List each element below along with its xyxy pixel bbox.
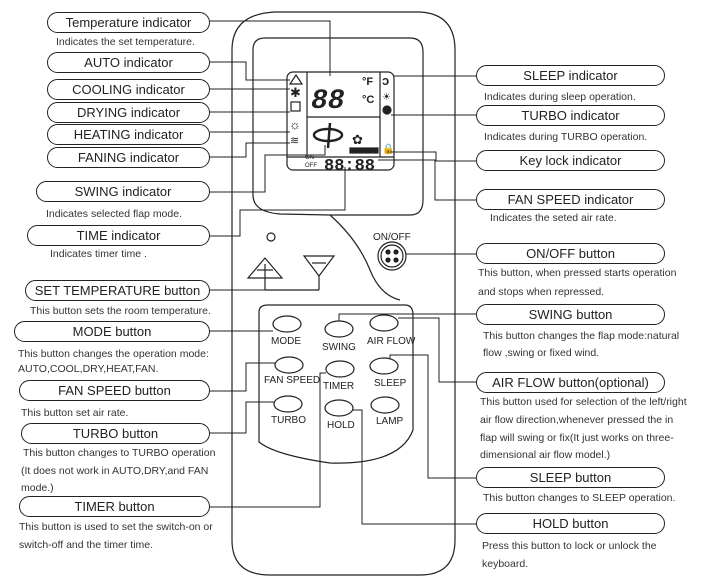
timer-label: TIMER xyxy=(323,381,355,392)
timer-on-label: ON xyxy=(305,155,314,161)
callout-hold-button: HOLD button xyxy=(476,513,665,534)
desc-onoff-button-1: This button, when pressed starts operati… xyxy=(478,267,677,279)
callout-auto-indicator: AUTO indicator xyxy=(47,52,210,73)
mode-button xyxy=(272,315,302,333)
desc-fan-speed-button: This button set air rate. xyxy=(21,407,129,419)
desc-airflow-button-1: This button used for selection of the le… xyxy=(480,396,687,408)
auto-icon xyxy=(288,73,304,85)
callout-timer-button: TIMER button xyxy=(19,496,210,517)
callout-fan-speed-button: FAN SPEED button xyxy=(19,380,210,401)
callout-swing-button: SWING button xyxy=(476,304,665,325)
unit-c-label: °C xyxy=(362,94,375,106)
callout-swing-indicator: SWING indicator xyxy=(36,181,210,202)
turbo-button xyxy=(273,395,303,413)
callout-cooling-indicator: COOLING indicator xyxy=(47,79,210,100)
unit-f-label: °F xyxy=(362,76,374,88)
swing-button xyxy=(324,320,354,338)
desc-hold-button-1: Press this button to lock or unlock the xyxy=(482,540,657,552)
mode-label: MODE xyxy=(271,336,301,347)
thermometer-icon xyxy=(266,232,276,242)
desc-swing-indicator: Indicates selected flap mode. xyxy=(46,208,182,220)
callout-fan-speed-indicator: FAN SPEED indicator xyxy=(476,189,665,210)
desc-temperature-indicator: Indicates the set temperature. xyxy=(56,36,195,48)
onoff-label: ON/OFF xyxy=(373,232,411,243)
turbo-icon xyxy=(382,105,392,115)
timer-off-label: OFF xyxy=(305,163,317,169)
callout-onoff-button: ON/OFF button xyxy=(476,243,665,264)
callout-turbo-button: TURBO button xyxy=(21,423,210,444)
heating-icon: ☼ xyxy=(289,117,301,132)
onoff-button xyxy=(377,241,407,271)
callout-heating-indicator: HEATING indicator xyxy=(47,124,210,145)
cooling-icon: ✱ xyxy=(290,85,301,100)
desc-airflow-button-4: dimensional air flow model.) xyxy=(480,449,611,461)
callout-set-temperature-button: SET TEMPERATURE button xyxy=(25,280,210,301)
desc-set-temperature-button: This button sets the room temperature. xyxy=(30,305,211,317)
desc-timer-button-2: switch-off and the timer time. xyxy=(19,539,154,551)
turbo-label: TURBO xyxy=(271,415,306,426)
sleep-icon: ↄ xyxy=(382,73,389,88)
lcd-time: 88:88 xyxy=(324,157,375,176)
callout-sleep-indicator: SLEEP indicator xyxy=(476,65,665,86)
desc-turbo-button-1: This button changes to TURBO operation xyxy=(23,447,216,459)
callout-turbo-indicator: TURBO indicator xyxy=(476,105,665,126)
desc-hold-button-2: keyboard. xyxy=(482,558,529,570)
fanspeed-button xyxy=(274,356,304,374)
callout-time-indicator: TIME indicator xyxy=(27,225,210,246)
hold-label: HOLD xyxy=(327,420,355,431)
desc-airflow-button-2: air flow direction,whenever pressed the … xyxy=(480,414,674,426)
lamp-button xyxy=(370,396,400,414)
desc-swing-button-1: This button changes the flap mode:natura… xyxy=(483,330,680,342)
remote-control-diagram: ✱ ☼ ≋ ↄ ☀ ✿ 🔒 88 88:88 °F °C ON OFF ON/O… xyxy=(0,0,704,578)
airflow-label: AIR FLOW xyxy=(367,336,416,347)
desc-mode-button-2: AUTO,COOL,DRY,HEAT,FAN. xyxy=(18,363,159,375)
desc-sleep-button: This button changes to SLEEP operation. xyxy=(483,492,676,504)
desc-airflow-button-3: flap will swing or fix(It just works on … xyxy=(480,432,674,444)
callout-temperature-indicator: Temperature indicator xyxy=(47,12,210,33)
lamp-icon: ☀ xyxy=(382,92,391,103)
drying-icon xyxy=(290,101,301,112)
callout-sleep-button: SLEEP button xyxy=(476,467,665,488)
fanspeed-label: FAN SPEED xyxy=(264,375,321,386)
desc-onoff-button-2: and stops when repressed. xyxy=(478,286,605,298)
sleep-button xyxy=(369,357,399,375)
airflow-button xyxy=(369,314,399,332)
callout-faning-indicator: FANING indicator xyxy=(47,147,210,168)
lock-icon: 🔒 xyxy=(382,143,394,155)
faning-icon: ≋ xyxy=(290,135,299,147)
callout-key-lock-indicator: Key lock indicator xyxy=(476,150,665,171)
lamp-label: LAMP xyxy=(376,416,404,427)
desc-turbo-indicator: Indicates during TURBO operation. xyxy=(484,131,648,143)
callout-drying-indicator: DRYING indicator xyxy=(47,102,210,123)
lcd-temp: 88 xyxy=(311,86,345,117)
swing-label: SWING xyxy=(322,342,356,353)
desc-turbo-button-2: (It does not work in AUTO,DRY,and FAN xyxy=(21,465,209,477)
desc-turbo-button-3: mode.) xyxy=(21,482,54,494)
desc-timer-button-1: This button is used to set the switch-on… xyxy=(19,521,213,533)
callout-airflow-button: AIR FLOW button(optional) xyxy=(476,372,665,393)
timer-button xyxy=(325,360,355,378)
sleep-label: SLEEP xyxy=(374,378,407,389)
fan-speed-icon: ✿ xyxy=(352,132,363,147)
hold-button xyxy=(324,399,354,417)
desc-time-indicator: Indicates timer time . xyxy=(50,248,147,260)
callout-mode-button: MODE button xyxy=(14,321,210,342)
desc-fan-speed-indicator: Indicates the seted air rate. xyxy=(490,212,617,224)
desc-swing-button-2: flow ,swing or fixed wind. xyxy=(483,347,600,359)
desc-sleep-indicator: Indicates during sleep operation. xyxy=(484,91,636,103)
temp-down-button xyxy=(302,255,336,277)
